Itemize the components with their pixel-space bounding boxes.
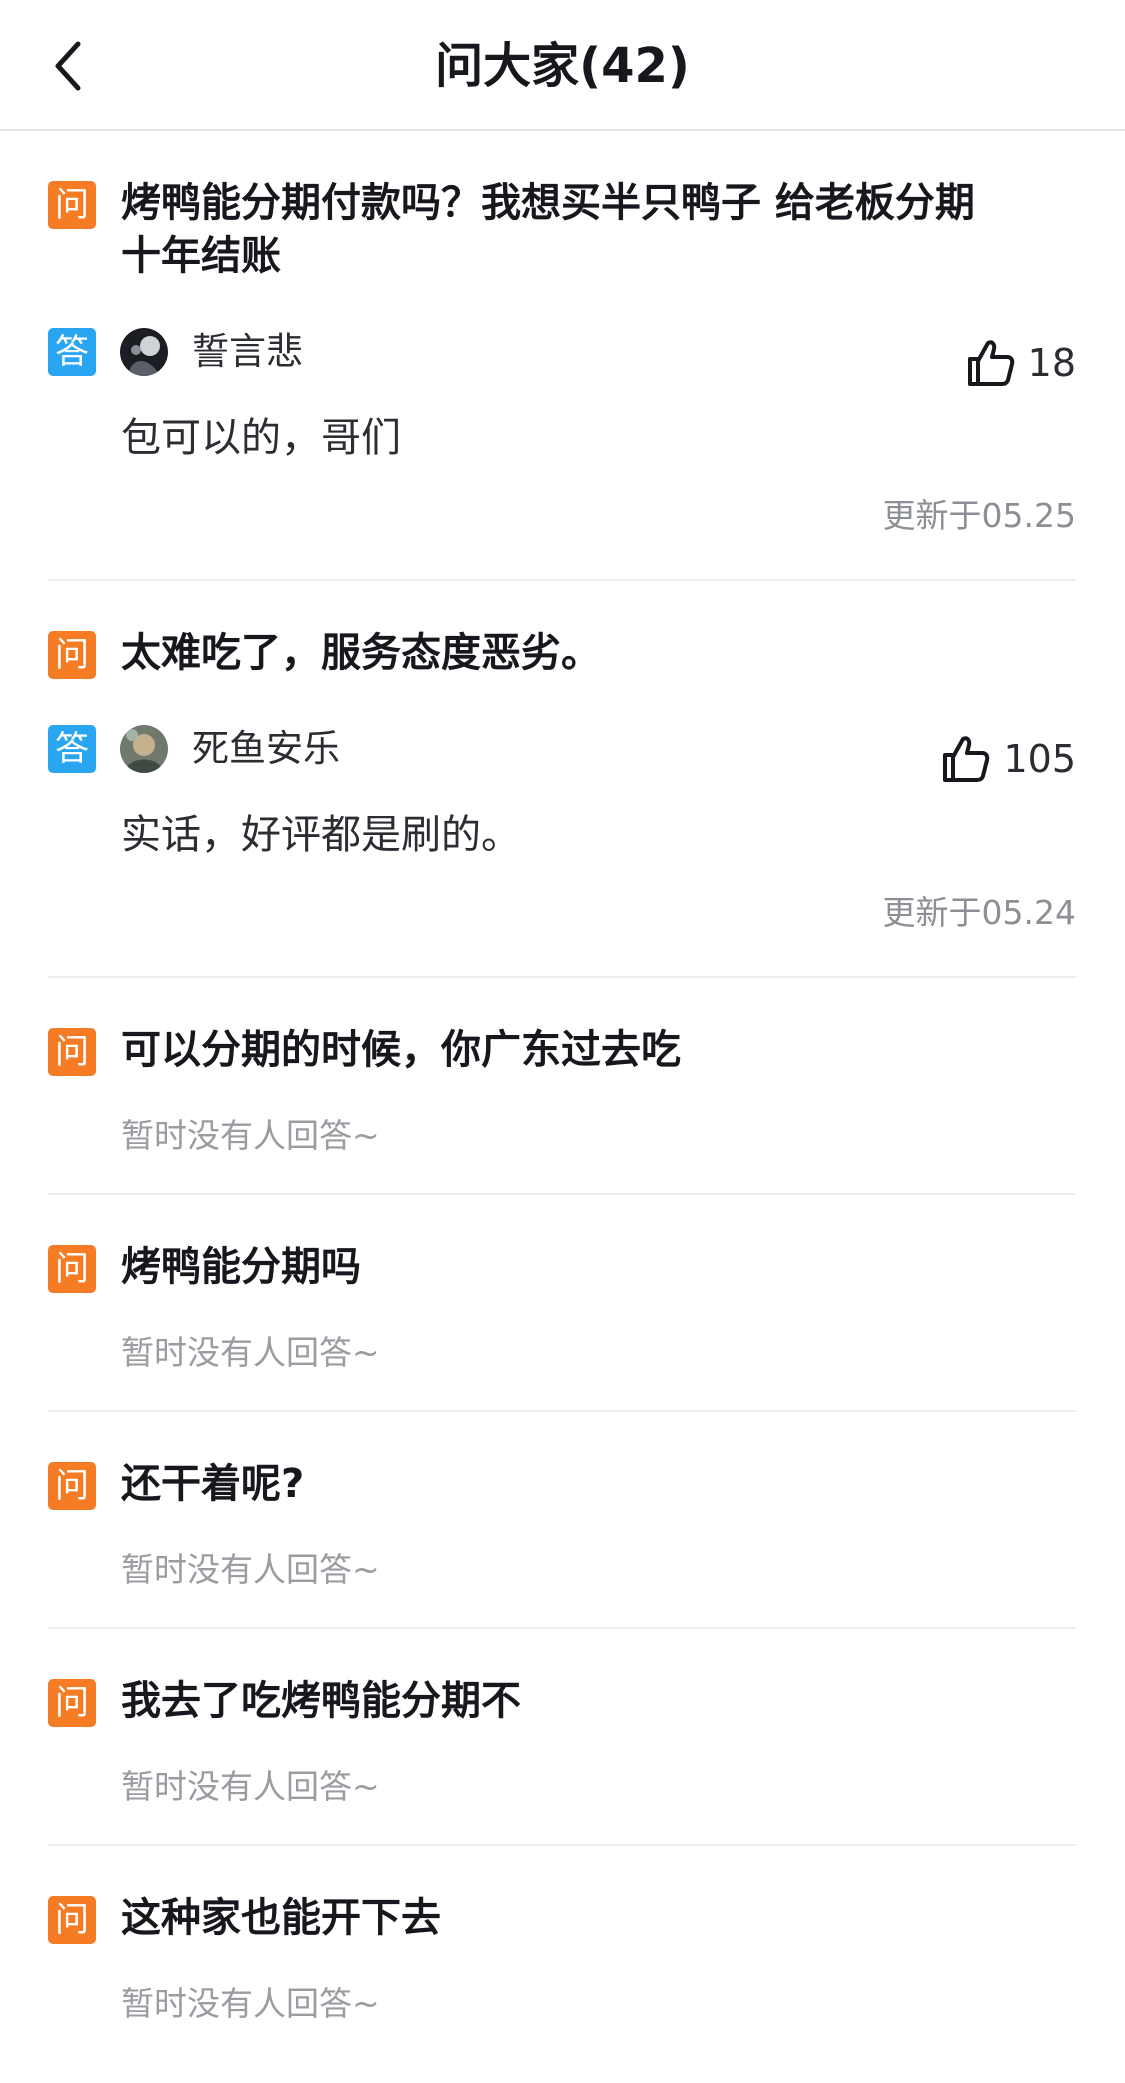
question-badge: 问 xyxy=(48,631,96,679)
question-item[interactable]: 问 我去了吃烤鸭能分期不 暂时没有人回答~ xyxy=(48,1629,1076,1846)
question-text[interactable]: 还干着呢? xyxy=(121,1458,996,1511)
updated-time: 更新于05.25 xyxy=(882,496,1076,535)
question-list: 问 烤鸭能分期付款吗？我想买半只鸭子 给老板分期十年结账 答 誓言悲 18 包可… xyxy=(48,131,1076,2063)
answer-username[interactable]: 誓言悲 xyxy=(192,328,303,376)
no-answer-text: 暂时没有人回答~ xyxy=(121,1767,380,1806)
top-nav-bar: 问大家(42) xyxy=(0,0,1125,131)
question-text[interactable]: 我去了吃烤鸭能分期不 xyxy=(121,1675,996,1728)
like-button[interactable]: 105 xyxy=(939,729,1076,789)
thumbs-up-icon xyxy=(967,340,1014,386)
question-text[interactable]: 烤鸭能分期付款吗？我想买半只鸭子 给老板分期十年结账 xyxy=(121,177,996,283)
question-badge: 问 xyxy=(48,1462,96,1510)
question-item[interactable]: 问 烤鸭能分期吗 暂时没有人回答~ xyxy=(48,1195,1076,1412)
answer-username[interactable]: 死鱼安乐 xyxy=(192,725,340,773)
answer-badge: 答 xyxy=(48,725,96,773)
question-item[interactable]: 问 烤鸭能分期付款吗？我想买半只鸭子 给老板分期十年结账 答 誓言悲 18 包可… xyxy=(48,131,1076,581)
question-badge: 问 xyxy=(48,1028,96,1076)
updated-time: 更新于05.24 xyxy=(882,893,1076,932)
no-answer-text: 暂时没有人回答~ xyxy=(121,1550,380,1589)
question-text[interactable]: 烤鸭能分期吗 xyxy=(121,1241,996,1294)
answer-badge: 答 xyxy=(48,328,96,376)
avatar[interactable] xyxy=(120,725,168,773)
like-button[interactable]: 18 xyxy=(964,333,1076,393)
like-count: 18 xyxy=(1027,341,1076,385)
question-badge: 问 xyxy=(48,181,96,229)
question-badge: 问 xyxy=(48,1245,96,1293)
question-text[interactable]: 这种家也能开下去 xyxy=(121,1892,996,1945)
question-item[interactable]: 问 还干着呢? 暂时没有人回答~ xyxy=(48,1412,1076,1629)
question-item[interactable]: 问 太难吃了，服务态度恶劣。 答 死鱼安乐 105 实话，好评都是刷的。 更新于… xyxy=(48,581,1076,978)
question-text[interactable]: 太难吃了，服务态度恶劣。 xyxy=(121,627,996,680)
no-answer-text: 暂时没有人回答~ xyxy=(121,1984,380,2023)
no-answer-text: 暂时没有人回答~ xyxy=(121,1333,380,1372)
question-badge: 问 xyxy=(48,1679,96,1727)
thumbs-up-icon xyxy=(943,736,990,782)
question-item[interactable]: 问 可以分期的时候，你广东过去吃 暂时没有人回答~ xyxy=(48,978,1076,1195)
answer-text[interactable]: 包可以的，哥们 xyxy=(121,410,401,466)
like-count: 105 xyxy=(1003,737,1076,781)
question-badge: 问 xyxy=(48,1896,96,1944)
question-item[interactable]: 问 这种家也能开下去 暂时没有人回答~ xyxy=(48,1846,1076,2063)
avatar[interactable] xyxy=(120,328,168,376)
question-text[interactable]: 可以分期的时候，你广东过去吃 xyxy=(121,1024,996,1077)
answer-text[interactable]: 实话，好评都是刷的。 xyxy=(121,807,521,863)
no-answer-text: 暂时没有人回答~ xyxy=(121,1116,380,1155)
page-title: 问大家(42) xyxy=(435,38,690,94)
